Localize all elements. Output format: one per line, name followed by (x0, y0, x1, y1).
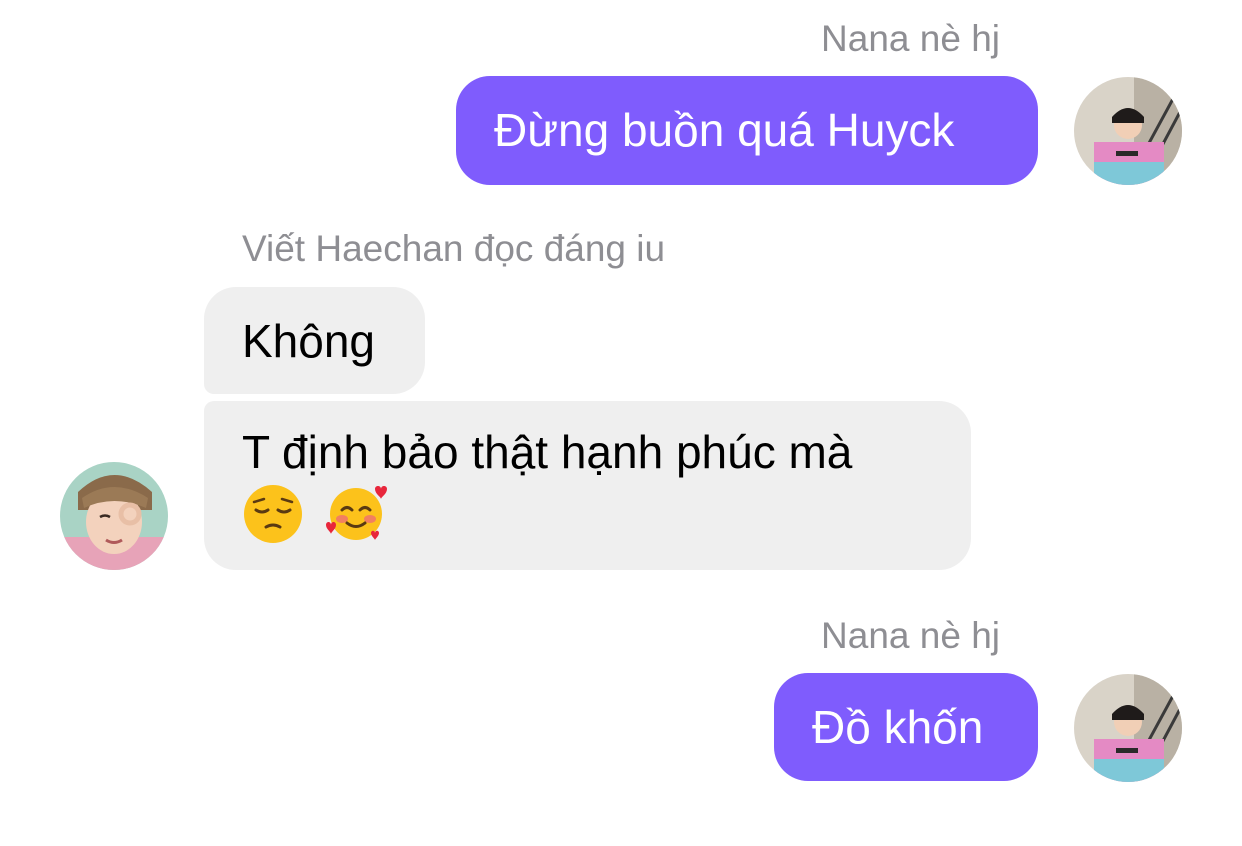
pensive-face-icon (242, 483, 304, 545)
avatar-haechan[interactable] (60, 462, 168, 570)
avatar-photo-nana (1074, 77, 1182, 185)
sender-name: Nana nè hj (821, 615, 1000, 656)
sender-name: Viết Haechan đọc đáng iu (242, 228, 666, 269)
message-text: T định bảo thật hạnh phúc mà (242, 426, 853, 478)
message-bubble-incoming[interactable]: Không (204, 287, 425, 394)
message-text: Không (242, 315, 376, 367)
avatar-photo-haechan (60, 462, 168, 570)
message-bubble-outgoing[interactable]: Đừng buồn quá Huyck (456, 76, 1038, 185)
message-text: Đồ khốn (812, 701, 984, 753)
avatar-nana[interactable] (1074, 674, 1182, 782)
avatar-photo-nana (1074, 674, 1182, 782)
message-text: Đừng buồn quá Huyck (494, 104, 955, 156)
avatar-nana[interactable] (1074, 77, 1182, 185)
message-bubble-incoming[interactable]: T định bảo thật hạnh phúc mà (204, 401, 971, 570)
sender-name: Nana nè hj (821, 18, 1000, 59)
message-bubble-outgoing[interactable]: Đồ khốn (774, 673, 1038, 781)
smiling-face-with-hearts-icon (325, 483, 387, 545)
